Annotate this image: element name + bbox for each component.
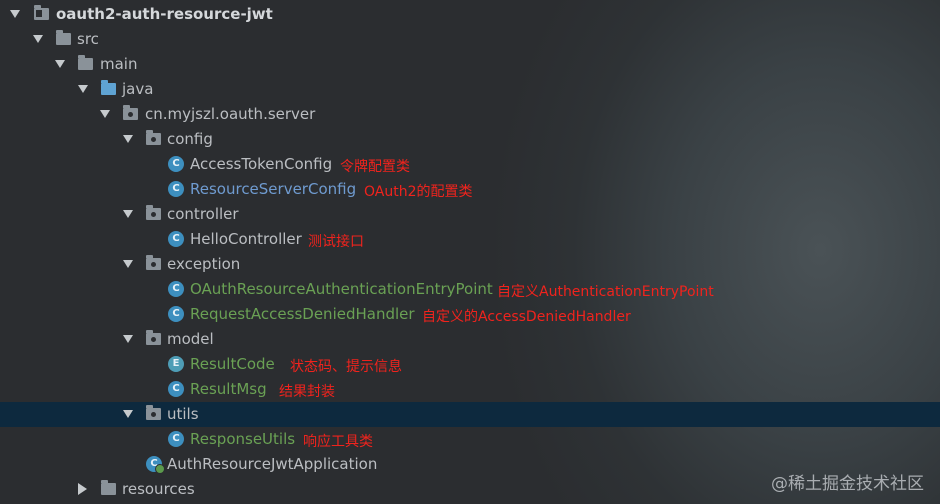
class-label: AuthResourceJwtApplication: [167, 455, 378, 473]
class-icon: C: [168, 306, 184, 322]
annotation-note: 自定义的AccessDeniedHandler: [422, 309, 631, 325]
tree-row-result-code[interactable]: E ResultCode 状态码、提示信息: [0, 352, 940, 377]
class-label: ResultCode: [190, 355, 275, 373]
annotation-note: 响应工具类: [303, 434, 373, 450]
package-icon: [146, 405, 161, 420]
model-label: model: [167, 330, 214, 348]
tree-row-src[interactable]: src: [0, 27, 940, 52]
run-badge-icon: [155, 464, 165, 474]
tree-row-access-token-config[interactable]: C AccessTokenConfig 令牌配置类: [0, 152, 940, 177]
project-label: oauth2-auth-resource-jwt: [56, 5, 273, 23]
controller-label: controller: [167, 205, 239, 223]
config-label: config: [167, 130, 213, 148]
class-icon: C: [168, 381, 184, 397]
tree-row-java[interactable]: java: [0, 77, 940, 102]
resources-label: resources: [122, 480, 195, 498]
expand-arrow-icon[interactable]: [78, 85, 88, 93]
expand-arrow-icon[interactable]: [123, 410, 133, 418]
class-label: OAuthResourceAuthenticationEntryPoint: [190, 280, 493, 298]
main-label: main: [100, 55, 138, 73]
annotation-note: 令牌配置类: [340, 159, 410, 175]
src-label: src: [77, 30, 99, 48]
expand-arrow-icon[interactable]: [123, 335, 133, 343]
module-folder-icon: [34, 5, 49, 20]
class-label: AccessTokenConfig: [190, 155, 333, 173]
tree-row-result-msg[interactable]: C ResultMsg 结果封装: [0, 377, 940, 402]
annotation-note: 自定义AuthenticationEntryPoint: [497, 284, 714, 300]
java-label: java: [122, 80, 154, 98]
tree-row-exception[interactable]: exception: [0, 252, 940, 277]
class-icon: C: [168, 281, 184, 297]
expand-arrow-icon[interactable]: [100, 110, 110, 118]
tree-row-response-utils[interactable]: C ResponseUtils 响应工具类: [0, 427, 940, 452]
package-icon: [146, 255, 161, 270]
source-folder-icon: [101, 80, 116, 95]
class-label: ResourceServerConfig: [190, 180, 357, 198]
collapse-arrow-icon[interactable]: [78, 483, 87, 495]
annotation-note: OAuth2的配置类: [364, 184, 473, 200]
tree-row-resource-server-config[interactable]: C ResourceServerConfig OAuth2的配置类: [0, 177, 940, 202]
class-label: ResponseUtils: [190, 430, 296, 448]
tree-row-controller[interactable]: controller: [0, 202, 940, 227]
package-icon: [123, 105, 138, 120]
enum-icon: E: [168, 356, 184, 372]
tree-row-utils[interactable]: utils: [0, 402, 940, 427]
class-icon: C: [168, 181, 184, 197]
class-icon: C: [168, 156, 184, 172]
folder-icon: [78, 55, 93, 70]
expand-arrow-icon[interactable]: [33, 35, 43, 43]
tree-row-entry-point[interactable]: C OAuthResourceAuthenticationEntryPoint …: [0, 277, 940, 302]
class-label: HelloController: [190, 230, 302, 248]
tree-row-hello-controller[interactable]: C HelloController 测试接口: [0, 227, 940, 252]
expand-arrow-icon[interactable]: [123, 260, 133, 268]
class-label: RequestAccessDeniedHandler: [190, 305, 415, 323]
expand-arrow-icon[interactable]: [10, 10, 20, 18]
tree-row-project[interactable]: oauth2-auth-resource-jwt: [0, 2, 940, 27]
exception-label: exception: [167, 255, 241, 273]
tree-row-denied-handler[interactable]: C RequestAccessDeniedHandler 自定义的AccessD…: [0, 302, 940, 327]
package-icon: [146, 330, 161, 345]
package-icon: [146, 205, 161, 220]
package-icon: [146, 130, 161, 145]
utils-label: utils: [167, 405, 199, 423]
package-label: cn.myjszl.oauth.server: [145, 105, 316, 123]
tree-row-model[interactable]: model: [0, 327, 940, 352]
class-label: ResultMsg: [190, 380, 267, 398]
annotation-note: 结果封装: [279, 384, 335, 400]
watermark: @稀土掘金技术社区: [771, 474, 924, 494]
class-icon: C: [168, 231, 184, 247]
tree-row-config[interactable]: config: [0, 127, 940, 152]
resources-folder-icon: [101, 480, 116, 495]
annotation-note: 状态码、提示信息: [290, 359, 402, 375]
expand-arrow-icon[interactable]: [55, 60, 65, 68]
tree-row-main[interactable]: main: [0, 52, 940, 77]
class-icon: C: [168, 431, 184, 447]
expand-arrow-icon[interactable]: [123, 135, 133, 143]
tree-row-package[interactable]: cn.myjszl.oauth.server: [0, 102, 940, 127]
annotation-note: 测试接口: [308, 234, 364, 250]
folder-icon: [56, 30, 71, 45]
expand-arrow-icon[interactable]: [123, 210, 133, 218]
